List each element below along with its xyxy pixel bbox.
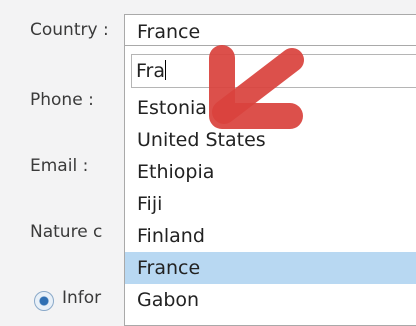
country-selected-value: France [137, 21, 201, 43]
country-select[interactable]: France [124, 14, 416, 46]
country-option[interactable]: Gabon [125, 284, 416, 316]
phone-label: Phone : [30, 90, 94, 110]
radio-label: Infor [62, 288, 102, 308]
country-label: Country : [30, 20, 109, 40]
radio-button[interactable] [34, 291, 54, 311]
country-option[interactable]: Finland [125, 220, 416, 252]
nature-label: Nature c [30, 222, 103, 242]
country-option[interactable]: Fiji [125, 188, 416, 220]
country-options-list: Estonia United States Ethiopia Fiji Finl… [125, 92, 416, 316]
country-option[interactable]: Estonia [125, 92, 416, 124]
country-dropdown: Fra Estonia United States Ethiopia Fiji … [124, 46, 416, 326]
text-caret [165, 60, 167, 80]
search-value: Fra [136, 60, 166, 82]
country-option-selected[interactable]: France [125, 252, 416, 284]
country-search-input[interactable]: Fra [131, 54, 416, 88]
country-option[interactable]: United States [125, 124, 416, 156]
email-label: Email : [30, 156, 89, 176]
country-option[interactable]: Ethiopia [125, 156, 416, 188]
